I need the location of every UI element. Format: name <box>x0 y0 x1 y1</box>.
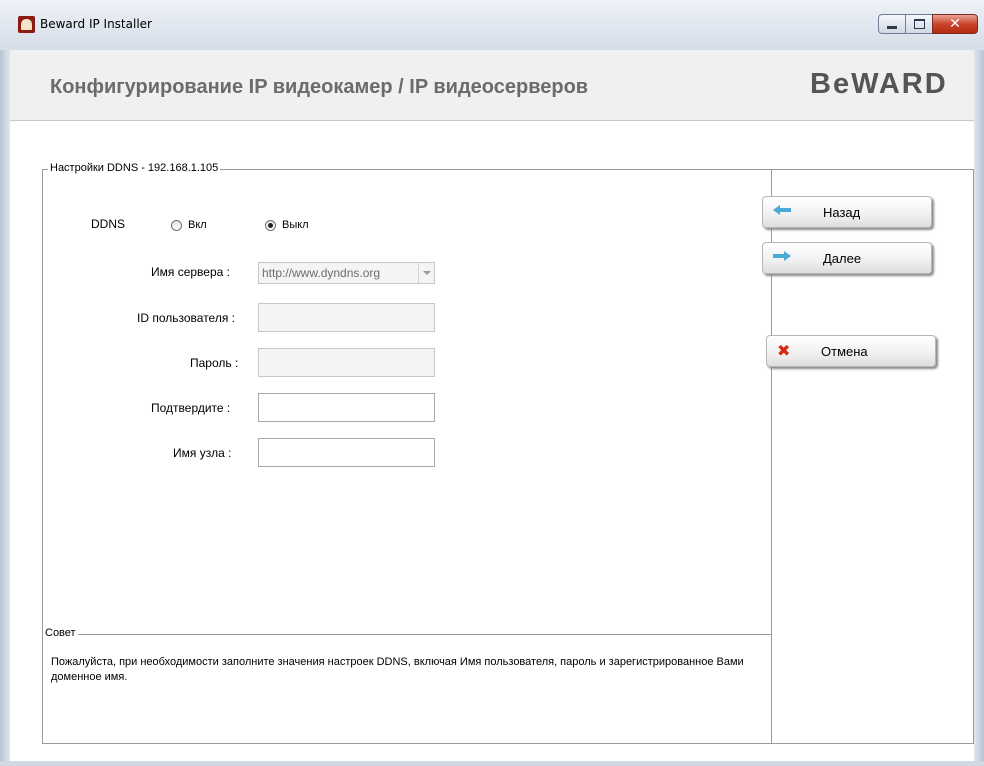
ddns-on-label: Вкл <box>188 219 207 231</box>
page-title: Конфигурирование IP видеокамер / IP виде… <box>50 76 589 98</box>
maximize-icon <box>913 19 925 29</box>
window-title: Beward IP Installer <box>40 17 152 31</box>
app-window: Beward IP Installer ✕ Конфигурирование I… <box>0 0 984 766</box>
minimize-icon <box>887 25 897 29</box>
title-bar[interactable]: Beward IP Installer ✕ <box>0 0 984 50</box>
close-icon: ✕ <box>949 16 961 32</box>
window-frame-left <box>0 50 10 766</box>
ddns-on-radio[interactable]: Вкл <box>171 219 207 231</box>
maximize-button[interactable] <box>905 14 933 34</box>
confirm-password-field[interactable] <box>258 393 435 422</box>
client-area: Настройки DDNS - 192.168.1.105 DDNS Вкл … <box>10 121 974 761</box>
next-button[interactable]: Далее <box>762 242 932 274</box>
arrow-left-icon <box>773 205 791 215</box>
user-id-field[interactable] <box>258 303 435 332</box>
cancel-button[interactable]: ✖ Отмена <box>766 335 936 367</box>
ddns-off-radio[interactable]: Выкл <box>265 219 309 231</box>
arrow-right-icon <box>773 251 791 261</box>
radio-on-indicator[interactable] <box>171 219 182 231</box>
tip-text: Пожалуйста, при необходимости заполните … <box>51 656 744 683</box>
server-name-value: http://www.dyndns.org <box>262 266 381 280</box>
minimize-button[interactable] <box>878 14 906 34</box>
password-label: Пароль : <box>190 356 239 370</box>
beward-app-icon <box>18 16 35 33</box>
close-button[interactable]: ✕ <box>932 14 978 34</box>
ddns-group-legend: Настройки DDNS - 192.168.1.105 <box>48 162 221 174</box>
window-controls: ✕ <box>878 14 978 34</box>
hostname-label: Имя узла : <box>173 446 232 460</box>
tip-legend: Совет <box>43 627 78 639</box>
brand-logo: BeWARD <box>810 68 948 100</box>
window-frame-right <box>974 50 984 766</box>
radio-off-indicator[interactable] <box>265 219 276 231</box>
server-name-label: Имя сервера : <box>151 265 230 279</box>
confirm-label: Подтвердите : <box>151 401 231 415</box>
ddns-off-label: Выкл <box>282 219 309 231</box>
window-frame-bottom <box>0 761 984 766</box>
chevron-down-icon[interactable] <box>418 263 434 283</box>
tip-divider <box>43 634 771 635</box>
red-x-icon: ✖ <box>777 341 791 360</box>
server-name-select[interactable]: http://www.dyndns.org <box>258 262 435 284</box>
page-header: Конфигурирование IP видеокамер / IP виде… <box>10 54 974 121</box>
user-id-label: ID пользователя : <box>137 311 235 325</box>
cancel-button-label: Отмена <box>821 344 868 359</box>
back-button-label: Назад <box>823 205 861 220</box>
next-button-label: Далее <box>823 251 862 266</box>
hostname-field[interactable] <box>258 438 435 467</box>
ddns-label: DDNS <box>91 217 126 231</box>
back-button[interactable]: Назад <box>762 196 932 228</box>
password-field[interactable] <box>258 348 435 377</box>
